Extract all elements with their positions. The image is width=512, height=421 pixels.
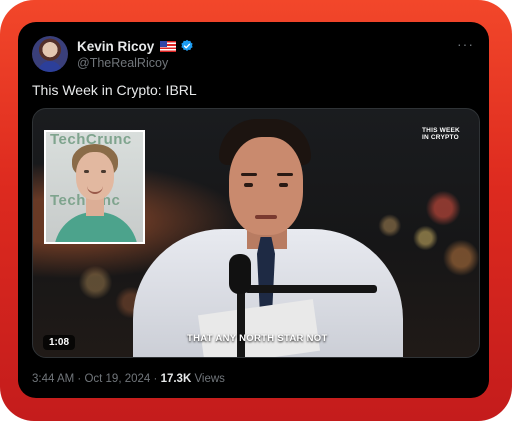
show-logo: THIS WEEK IN CRYPTO — [422, 127, 460, 141]
video-player[interactable]: TechCrunc Techrunc THIS WEEK IN CRYPTO T… — [32, 108, 480, 358]
tweet-text: This Week in Crypto: IBRL — [32, 82, 197, 98]
tweet-date[interactable]: Oct 19, 2024 — [84, 373, 150, 385]
inset-photo: TechCrunc Techrunc — [44, 130, 145, 244]
more-options-icon[interactable]: ··· — [457, 36, 475, 52]
tweet-card[interactable]: Kevin Ricoy @TheRealRicoy ··· This Week … — [18, 22, 489, 398]
avatar[interactable] — [32, 36, 68, 72]
tweet-time[interactable]: 3:44 AM — [32, 373, 74, 385]
microphone — [229, 254, 251, 294]
video-caption: THAT ANY NORTH STAR NOT — [187, 333, 328, 344]
display-name[interactable]: Kevin Ricoy — [77, 38, 194, 54]
us-flag-icon — [160, 40, 177, 52]
verified-badge-icon — [181, 39, 193, 51]
views-label: Views — [194, 373, 225, 385]
tweet-meta: 3:44 AM · Oct 19, 2024 · 17.3K Views — [32, 373, 225, 385]
views-count: 17.3K — [160, 373, 192, 385]
user-handle[interactable]: @TheRealRicoy — [77, 56, 168, 70]
video-duration: 1:08 — [43, 335, 76, 350]
display-name-text[interactable]: Kevin Ricoy — [77, 39, 154, 54]
